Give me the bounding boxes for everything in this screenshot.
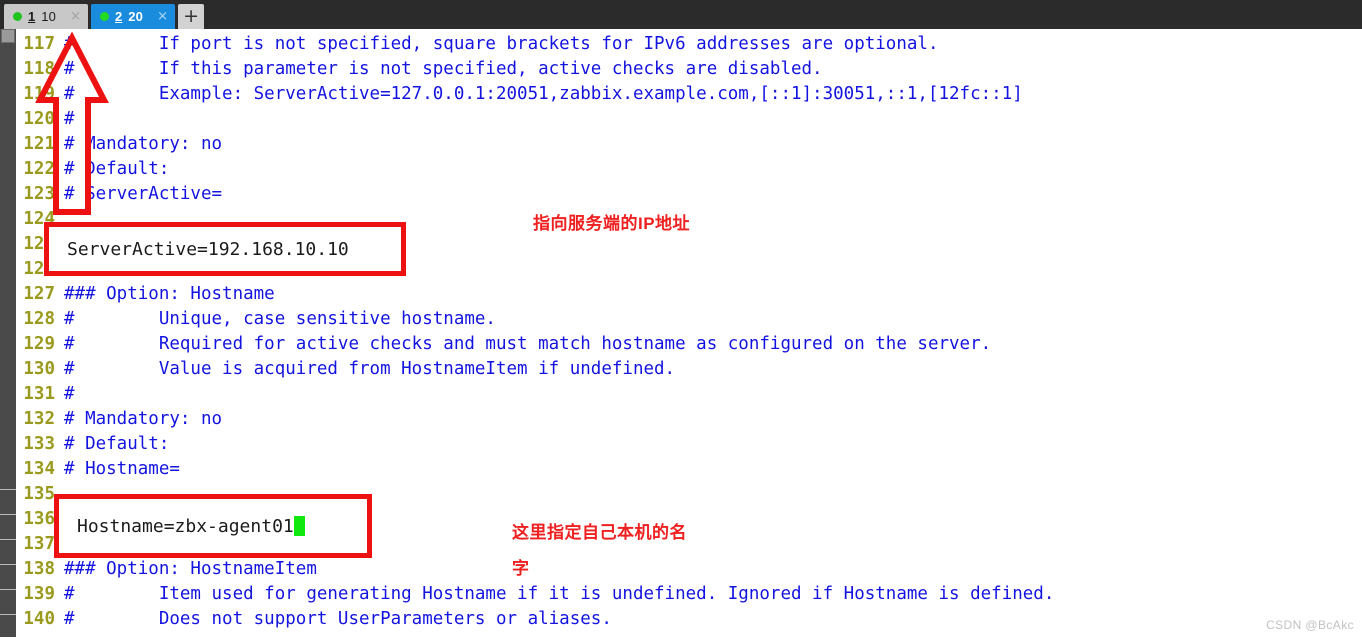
line-number: 128 (23, 309, 55, 329)
code-line: 135 (16, 482, 1362, 507)
line-text: # Mandatory: no (64, 409, 223, 429)
line-number: 138 (23, 559, 55, 579)
tab-2-close-icon[interactable]: × (157, 10, 168, 23)
code-line: 128 # Unique, case sensitive hostname. (16, 307, 1362, 332)
line-number: 131 (23, 384, 55, 404)
code-line: 121 # Mandatory: no (16, 132, 1362, 157)
line-text: # Default: (64, 159, 170, 179)
line-text: # If port is not specified, square brack… (64, 34, 939, 54)
tab-1-number: 1 (28, 9, 36, 24)
code-line: 122 # Default: (16, 157, 1362, 182)
vertical-scrollbar[interactable] (0, 29, 16, 637)
line-number: 117 (23, 34, 55, 54)
scrollbar-marks (0, 489, 16, 639)
code-line: 139 # Item used for generating Hostname i… (16, 582, 1362, 607)
tab-1[interactable]: 1 10 × (4, 4, 89, 29)
line-number: 121 (23, 134, 55, 154)
line-number: 118 (23, 59, 55, 79)
tab-2-label: 20 (128, 9, 144, 24)
editor-pane: 117 # If port is not specified, square br… (0, 29, 1362, 637)
line-text: ### Option: Hostname (64, 284, 275, 304)
line-text: # Unique, case sensitive hostname. (64, 309, 496, 329)
code-line: 118 # If this parameter is not specified,… (16, 57, 1362, 82)
line-number: 133 (23, 434, 55, 454)
code-line: 126 (16, 257, 1362, 282)
line-number: 139 (23, 584, 55, 604)
code-line: 130 # Value is acquired from HostnameItem… (16, 357, 1362, 382)
line-number: 123 (23, 184, 55, 204)
line-number: 129 (23, 334, 55, 354)
code-line: 117 # If port is not specified, square br… (16, 32, 1362, 57)
code-line: 131 # (16, 382, 1362, 407)
code-line: 138 ### Option: HostnameItem (16, 557, 1362, 582)
tab-1-close-icon[interactable]: × (70, 10, 81, 23)
line-number: 136 (23, 509, 55, 529)
scrollbar-thumb[interactable] (1, 29, 15, 43)
code-line: 129 # Required for active checks and must… (16, 332, 1362, 357)
line-number: 119 (23, 84, 55, 104)
code-line: 124 (16, 207, 1362, 232)
code-line: 123 # ServerActive= (16, 182, 1362, 207)
line-number: 140 (23, 609, 55, 629)
line-number: 120 (23, 109, 55, 129)
line-number: 126 (23, 259, 55, 279)
line-number: 134 (23, 459, 55, 479)
line-number: 125 (23, 234, 55, 254)
code-line: 125 (16, 232, 1362, 257)
line-text: # Mandatory: no (64, 134, 223, 154)
line-number: 135 (23, 484, 55, 504)
line-text: # Default: (64, 434, 170, 454)
tab-2-number: 2 (115, 9, 123, 24)
green-status-dot-icon (13, 12, 22, 21)
line-text: # Value is acquired from HostnameItem if… (64, 359, 676, 379)
code-line: 134 # Hostname= (16, 457, 1362, 482)
line-text: # Does not support UserParameters or ali… (64, 609, 612, 629)
line-text: # Required for active checks and must ma… (64, 334, 992, 354)
tab-2[interactable]: 2 20 × (91, 4, 176, 29)
line-text: # If this parameter is not specified, ac… (64, 59, 823, 79)
line-number: 137 (23, 534, 55, 554)
tab-1-label: 10 (41, 9, 57, 24)
line-number: 122 (23, 159, 55, 179)
line-text: # Item used for generating Hostname if i… (64, 584, 1055, 604)
line-text: # Hostname= (64, 459, 180, 479)
code-line: 120 # (16, 107, 1362, 132)
line-number: 127 (23, 284, 55, 304)
code-line: 132 # Mandatory: no (16, 407, 1362, 432)
code-line: 127 ### Option: Hostname (16, 282, 1362, 307)
line-number: 130 (23, 359, 55, 379)
green-status-dot-icon (100, 12, 110, 21)
code-line: 136 (16, 507, 1362, 532)
code-line: 137 (16, 532, 1362, 557)
line-text: # ServerActive= (64, 184, 223, 204)
line-number: 132 (23, 409, 55, 429)
line-text: # Example: ServerActive=127.0.0.1:20051,… (64, 84, 1023, 104)
new-tab-button[interactable]: + (178, 4, 205, 29)
line-text: # (64, 109, 75, 129)
code-line: 133 # Default: (16, 432, 1362, 457)
line-number: 124 (23, 209, 55, 229)
code-line: 119 # Example: ServerActive=127.0.0.1:200… (16, 82, 1362, 107)
code-content[interactable]: 117 # If port is not specified, square br… (16, 29, 1362, 637)
tab-bar: 1 10 × 2 20 × + (0, 0, 1362, 29)
line-text: # (64, 384, 75, 404)
line-text: ### Option: HostnameItem (64, 559, 317, 579)
code-line: 140 # Does not support UserParameters or … (16, 607, 1362, 632)
